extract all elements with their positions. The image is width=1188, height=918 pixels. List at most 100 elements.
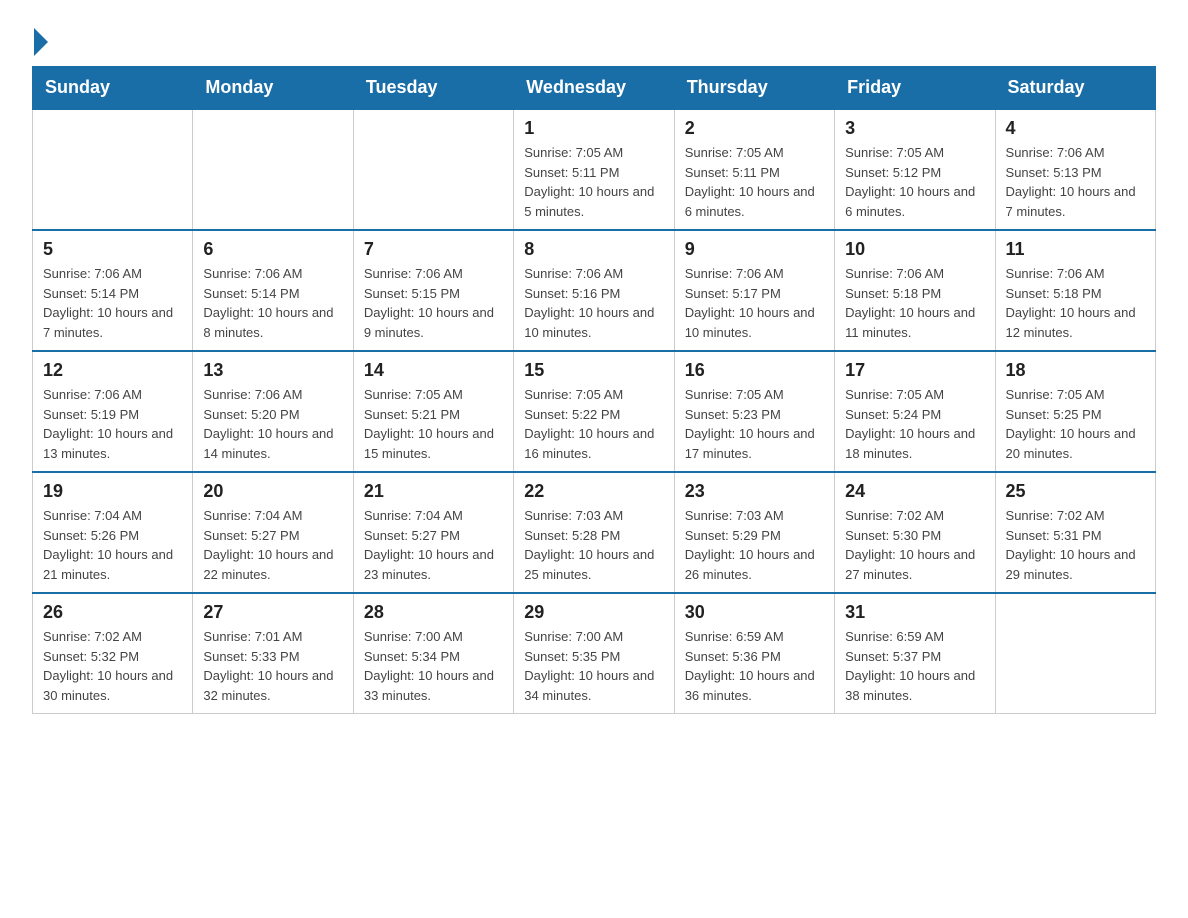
calendar-day-header: Friday [835, 67, 995, 110]
day-number: 24 [845, 481, 984, 502]
calendar-cell: 8 Sunrise: 7:06 AM Sunset: 5:16 PM Daylig… [514, 230, 674, 351]
day-number: 9 [685, 239, 824, 260]
day-number: 23 [685, 481, 824, 502]
day-info: Sunrise: 7:00 AM Sunset: 5:35 PM Dayligh… [524, 627, 663, 705]
calendar-cell [353, 109, 513, 230]
day-info: Sunrise: 7:06 AM Sunset: 5:18 PM Dayligh… [1006, 264, 1145, 342]
calendar-week-row: 5 Sunrise: 7:06 AM Sunset: 5:14 PM Daylig… [33, 230, 1156, 351]
calendar-cell: 4 Sunrise: 7:06 AM Sunset: 5:13 PM Daylig… [995, 109, 1155, 230]
day-number: 28 [364, 602, 503, 623]
day-number: 27 [203, 602, 342, 623]
day-number: 2 [685, 118, 824, 139]
day-number: 29 [524, 602, 663, 623]
calendar-cell: 22Sunrise: 7:03 AM Sunset: 5:28 PM Dayli… [514, 472, 674, 593]
calendar-cell: 12Sunrise: 7:06 AM Sunset: 5:19 PM Dayli… [33, 351, 193, 472]
calendar-cell: 19 Sunrise: 7:04 AM Sunset: 5:26 PM Dayli… [33, 472, 193, 593]
day-number: 4 [1006, 118, 1145, 139]
day-info: Sunrise: 7:03 AM Sunset: 5:29 PM Dayligh… [685, 506, 824, 584]
day-info: Sunrise: 7:06 AM Sunset: 5:14 PM Dayligh… [203, 264, 342, 342]
day-number: 7 [364, 239, 503, 260]
calendar-cell: 14 Sunrise: 7:05 AM Sunset: 5:21 PM Dayli… [353, 351, 513, 472]
day-info: Sunrise: 7:04 AM Sunset: 5:27 PM Dayligh… [203, 506, 342, 584]
day-number: 16 [685, 360, 824, 381]
calendar-cell: 26 Sunrise: 7:02 AM Sunset: 5:32 PM Dayli… [33, 593, 193, 714]
calendar-day-header: Saturday [995, 67, 1155, 110]
day-number: 6 [203, 239, 342, 260]
calendar-cell: 16 Sunrise: 7:05 AM Sunset: 5:23 PM Dayli… [674, 351, 834, 472]
page-header [32, 24, 1156, 48]
calendar-table: SundayMondayTuesdayWednesdayThursdayFrid… [32, 66, 1156, 714]
day-number: 11 [1006, 239, 1145, 260]
calendar-cell: 9 Sunrise: 7:06 AM Sunset: 5:17 PM Daylig… [674, 230, 834, 351]
day-number: 19 [43, 481, 182, 502]
calendar-cell: 5 Sunrise: 7:06 AM Sunset: 5:14 PM Daylig… [33, 230, 193, 351]
day-info: Sunrise: 7:06 AM Sunset: 5:16 PM Dayligh… [524, 264, 663, 342]
day-info: Sunrise: 7:06 AM Sunset: 5:17 PM Dayligh… [685, 264, 824, 342]
calendar-cell: 30 Sunrise: 6:59 AM Sunset: 5:36 PM Dayli… [674, 593, 834, 714]
day-info: Sunrise: 7:05 AM Sunset: 5:25 PM Dayligh… [1006, 385, 1145, 463]
calendar-cell: 15Sunrise: 7:05 AM Sunset: 5:22 PM Dayli… [514, 351, 674, 472]
calendar-cell: 10 Sunrise: 7:06 AM Sunset: 5:18 PM Dayli… [835, 230, 995, 351]
day-info: Sunrise: 7:06 AM Sunset: 5:18 PM Dayligh… [845, 264, 984, 342]
day-info: Sunrise: 7:06 AM Sunset: 5:13 PM Dayligh… [1006, 143, 1145, 221]
calendar-week-row: 19 Sunrise: 7:04 AM Sunset: 5:26 PM Dayli… [33, 472, 1156, 593]
calendar-day-header: Tuesday [353, 67, 513, 110]
calendar-cell: 28 Sunrise: 7:00 AM Sunset: 5:34 PM Dayli… [353, 593, 513, 714]
calendar-header-row: SundayMondayTuesdayWednesdayThursdayFrid… [33, 67, 1156, 110]
calendar-cell: 6 Sunrise: 7:06 AM Sunset: 5:14 PM Daylig… [193, 230, 353, 351]
day-number: 25 [1006, 481, 1145, 502]
day-info: Sunrise: 7:06 AM Sunset: 5:20 PM Dayligh… [203, 385, 342, 463]
calendar-cell: 11 Sunrise: 7:06 AM Sunset: 5:18 PM Dayli… [995, 230, 1155, 351]
calendar-cell: 31Sunrise: 6:59 AM Sunset: 5:37 PM Dayli… [835, 593, 995, 714]
day-info: Sunrise: 7:01 AM Sunset: 5:33 PM Dayligh… [203, 627, 342, 705]
day-number: 30 [685, 602, 824, 623]
day-number: 26 [43, 602, 182, 623]
calendar-cell: 23 Sunrise: 7:03 AM Sunset: 5:29 PM Dayli… [674, 472, 834, 593]
day-info: Sunrise: 7:02 AM Sunset: 5:30 PM Dayligh… [845, 506, 984, 584]
day-number: 22 [524, 481, 663, 502]
day-info: Sunrise: 7:02 AM Sunset: 5:32 PM Dayligh… [43, 627, 182, 705]
day-info: Sunrise: 7:06 AM Sunset: 5:15 PM Dayligh… [364, 264, 503, 342]
calendar-cell: 27 Sunrise: 7:01 AM Sunset: 5:33 PM Dayli… [193, 593, 353, 714]
calendar-day-header: Thursday [674, 67, 834, 110]
day-number: 10 [845, 239, 984, 260]
calendar-cell: 21 Sunrise: 7:04 AM Sunset: 5:27 PM Dayli… [353, 472, 513, 593]
day-number: 5 [43, 239, 182, 260]
day-info: Sunrise: 7:04 AM Sunset: 5:26 PM Dayligh… [43, 506, 182, 584]
day-number: 18 [1006, 360, 1145, 381]
day-number: 13 [203, 360, 342, 381]
day-info: Sunrise: 7:05 AM Sunset: 5:23 PM Dayligh… [685, 385, 824, 463]
day-info: Sunrise: 7:05 AM Sunset: 5:21 PM Dayligh… [364, 385, 503, 463]
day-info: Sunrise: 7:02 AM Sunset: 5:31 PM Dayligh… [1006, 506, 1145, 584]
calendar-cell: 1 Sunrise: 7:05 AM Sunset: 5:11 PM Daylig… [514, 109, 674, 230]
day-info: Sunrise: 7:04 AM Sunset: 5:27 PM Dayligh… [364, 506, 503, 584]
calendar-cell: 29 Sunrise: 7:00 AM Sunset: 5:35 PM Dayli… [514, 593, 674, 714]
day-number: 15 [524, 360, 663, 381]
calendar-cell: 18 Sunrise: 7:05 AM Sunset: 5:25 PM Dayli… [995, 351, 1155, 472]
calendar-week-row: 26 Sunrise: 7:02 AM Sunset: 5:32 PM Dayli… [33, 593, 1156, 714]
day-number: 12 [43, 360, 182, 381]
day-info: Sunrise: 7:06 AM Sunset: 5:14 PM Dayligh… [43, 264, 182, 342]
logo-triangle-icon [34, 28, 48, 56]
calendar-cell: 13 Sunrise: 7:06 AM Sunset: 5:20 PM Dayli… [193, 351, 353, 472]
calendar-cell: 20Sunrise: 7:04 AM Sunset: 5:27 PM Dayli… [193, 472, 353, 593]
calendar-day-header: Monday [193, 67, 353, 110]
calendar-day-header: Wednesday [514, 67, 674, 110]
day-number: 14 [364, 360, 503, 381]
day-info: Sunrise: 6:59 AM Sunset: 5:36 PM Dayligh… [685, 627, 824, 705]
calendar-cell: 24 Sunrise: 7:02 AM Sunset: 5:30 PM Dayli… [835, 472, 995, 593]
day-info: Sunrise: 7:05 AM Sunset: 5:24 PM Dayligh… [845, 385, 984, 463]
calendar-cell: 3Sunrise: 7:05 AM Sunset: 5:12 PM Daylig… [835, 109, 995, 230]
calendar-cell: 17 Sunrise: 7:05 AM Sunset: 5:24 PM Dayli… [835, 351, 995, 472]
day-number: 1 [524, 118, 663, 139]
day-number: 8 [524, 239, 663, 260]
day-info: Sunrise: 6:59 AM Sunset: 5:37 PM Dayligh… [845, 627, 984, 705]
logo [32, 24, 50, 48]
calendar-cell [33, 109, 193, 230]
day-number: 17 [845, 360, 984, 381]
day-info: Sunrise: 7:05 AM Sunset: 5:11 PM Dayligh… [685, 143, 824, 221]
day-info: Sunrise: 7:05 AM Sunset: 5:11 PM Dayligh… [524, 143, 663, 221]
day-number: 21 [364, 481, 503, 502]
day-info: Sunrise: 7:00 AM Sunset: 5:34 PM Dayligh… [364, 627, 503, 705]
calendar-week-row: 1 Sunrise: 7:05 AM Sunset: 5:11 PM Daylig… [33, 109, 1156, 230]
